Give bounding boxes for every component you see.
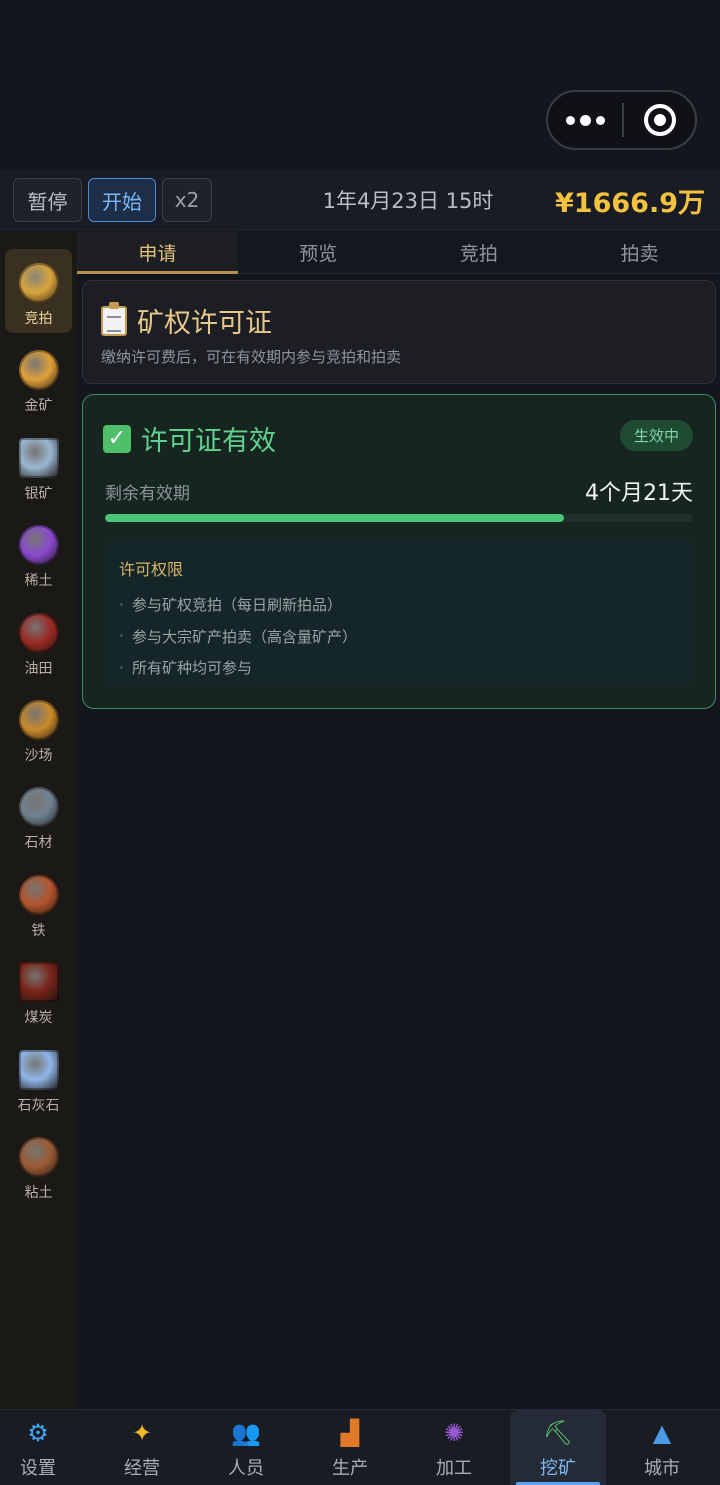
iron-icon [18,875,59,915]
limestone-icon [18,1050,59,1090]
sidebar-item-label: 银矿 [24,486,53,502]
sidebar-item-label: 沙场 [24,748,53,764]
close-miniprogram-button[interactable] [624,92,695,148]
sidebar-item-silver-ore[interactable]: 银矿 [5,424,72,508]
license-title: 矿权许可证 [101,301,272,340]
license-description: 缴纳许可费后，可在有效期内参与竞拍和拍卖 [101,348,402,366]
gold-ore-icon [18,350,59,390]
more-dot-icon [565,115,575,125]
business-icon: ✦ [131,1419,153,1447]
remaining-label: 剩余有效期 [105,484,190,504]
remaining-value: 4个月21天 [585,481,693,506]
sidebar-item-oil-field[interactable]: 油田 [5,599,72,683]
miniprogram-capsule [546,90,697,150]
rare-earth-icon [18,525,59,565]
tab-apply[interactable]: 申请 [77,231,238,274]
nav-item-label: 设置 [20,1458,56,1479]
nav-item-people[interactable]: 👥 人员 [198,1410,294,1485]
license-title-text: 矿权许可证 [137,308,272,339]
sidebar-item-label: 石材 [24,835,53,851]
pickaxe-icon: ⛏ [542,1419,574,1447]
clipboard-icon [101,301,127,336]
license-status-card: ✓ 许可证有效 生效中 剩余有效期 4个月21天 许可权限 · 参与矿权竞拍（每日… [82,394,716,709]
sidebar-item-label: 石灰石 [17,1098,60,1114]
sidebar-item-coal[interactable]: 煤炭 [5,948,72,1032]
permissions-box: 许可权限 · 参与矿权竞拍（每日刷新拍品） · 参与大宗矿产拍卖（高含量矿产） · 所… [105,541,693,686]
tab-bar: 申请 预览 竞拍 拍卖 [77,231,720,274]
nav-item-label: 人员 [228,1458,264,1479]
sidebar-item-stone[interactable]: 石材 [5,773,72,857]
pause-button[interactable]: 暂停 [13,178,82,222]
auction-icon [18,263,59,303]
start-button[interactable]: 开始 [88,178,156,222]
sidebar-item-label: 竞拍 [24,311,53,327]
sand-field-icon [18,700,59,740]
more-dot-icon [595,115,605,125]
clay-icon [18,1137,59,1177]
nav-item-label: 挖矿 [540,1458,576,1479]
gear-icon: ⚙ [27,1419,49,1447]
validity-progress-bar [105,514,693,522]
nav-item-pickaxe[interactable]: ⛏ 挖矿 [510,1410,606,1485]
sidebar-item-label: 粘土 [24,1185,53,1201]
status-title: ✓ 许可证有效 [103,419,276,458]
permission-text: 参与矿权竞拍（每日刷新拍品） [132,596,343,615]
status-badge: 生效中 [619,420,693,451]
bottom-nav: ⚙ 设置 ✦ 经营 👥 人员 ▟ 生产 ✺ 加工 ⛏ 挖矿 ▲ 城市 [0,1409,720,1485]
coal-icon [18,962,59,1002]
checkmark-icon: ✓ [103,424,131,453]
license-info-card: 矿权许可证 缴纳许可费后，可在有效期内参与竞拍和拍卖 [82,280,716,384]
nav-item-label: 生产 [332,1458,368,1479]
people-icon: 👥 [231,1419,261,1447]
stone-icon [18,787,59,827]
nav-item-processing[interactable]: ✺ 加工 [406,1410,502,1485]
sidebar-item-iron[interactable]: 铁 [5,861,72,945]
sidebar-item-gold-ore[interactable]: 金矿 [5,336,72,420]
tab-auction[interactable]: 拍卖 [559,231,720,273]
nav-item-label: 加工 [436,1458,472,1479]
permissions-list: · 参与矿权竞拍（每日刷新拍品） · 参与大宗矿产拍卖（高含量矿产） · 所有矿种均可… [119,589,357,684]
sidebar-item-label: 铁 [31,923,46,939]
status-title-text: 许可证有效 [141,426,276,457]
sidebar-item-rare-earth[interactable]: 稀土 [5,511,72,595]
sidebar-item-label: 油田 [24,661,53,677]
sidebar-item-label: 金矿 [24,398,53,414]
city-icon: ▲ [652,1419,672,1447]
nav-item-label: 城市 [644,1458,680,1479]
sidebar-item-label: 煤炭 [24,1010,53,1026]
permission-item: · 所有矿种均可参与 [119,658,253,678]
target-icon [643,104,676,136]
top-bar: 暂停 开始 x2 1年4月23日 15时 ¥1666.9万 [0,170,720,230]
nav-item-label: 经营 [124,1458,160,1479]
sidebar-item-sand-field[interactable]: 沙场 [5,686,72,770]
processing-icon: ✺ [443,1419,465,1447]
permissions-title: 许可权限 [119,560,184,579]
sidebar-item-auction[interactable]: 竞拍 [5,249,72,333]
permission-item: · 参与大宗矿产拍卖（高含量矿产） [119,627,358,646]
permission-text: 所有矿种均可参与 [132,659,253,678]
game-date: 1年4月23日 15时 [322,189,494,213]
tab-preview[interactable]: 预览 [238,231,399,273]
sidebar-item-label: 稀土 [24,573,53,589]
permission-item: · 参与矿权竞拍（每日刷新拍品） [119,595,343,615]
tab-bidding[interactable]: 竞拍 [399,231,560,273]
oil-field-icon [18,613,59,653]
factory-icon: ▟ [340,1419,360,1447]
permission-text: 参与大宗矿产拍卖（高含量矿产） [132,627,358,646]
silver-ore-icon [18,438,59,478]
sidebar-item-clay[interactable]: 粘土 [5,1123,72,1207]
speed-button[interactable]: x2 [162,178,212,222]
sidebar-item-limestone[interactable]: 石灰石 [5,1036,72,1120]
more-options-button[interactable] [548,92,622,148]
validity-progress-fill [105,514,564,522]
nav-item-business[interactable]: ✦ 经营 [94,1410,190,1485]
nav-item-city[interactable]: ▲ 城市 [614,1410,710,1485]
more-dot-icon [579,114,591,126]
mine-sidebar: 竞拍金矿银矿稀土油田沙场石材铁煤炭石灰石粘土 [0,231,77,1409]
nav-item-gear[interactable]: ⚙ 设置 [0,1410,86,1485]
money-display: ¥1666.9万 [555,187,705,219]
nav-item-factory[interactable]: ▟ 生产 [302,1410,398,1485]
